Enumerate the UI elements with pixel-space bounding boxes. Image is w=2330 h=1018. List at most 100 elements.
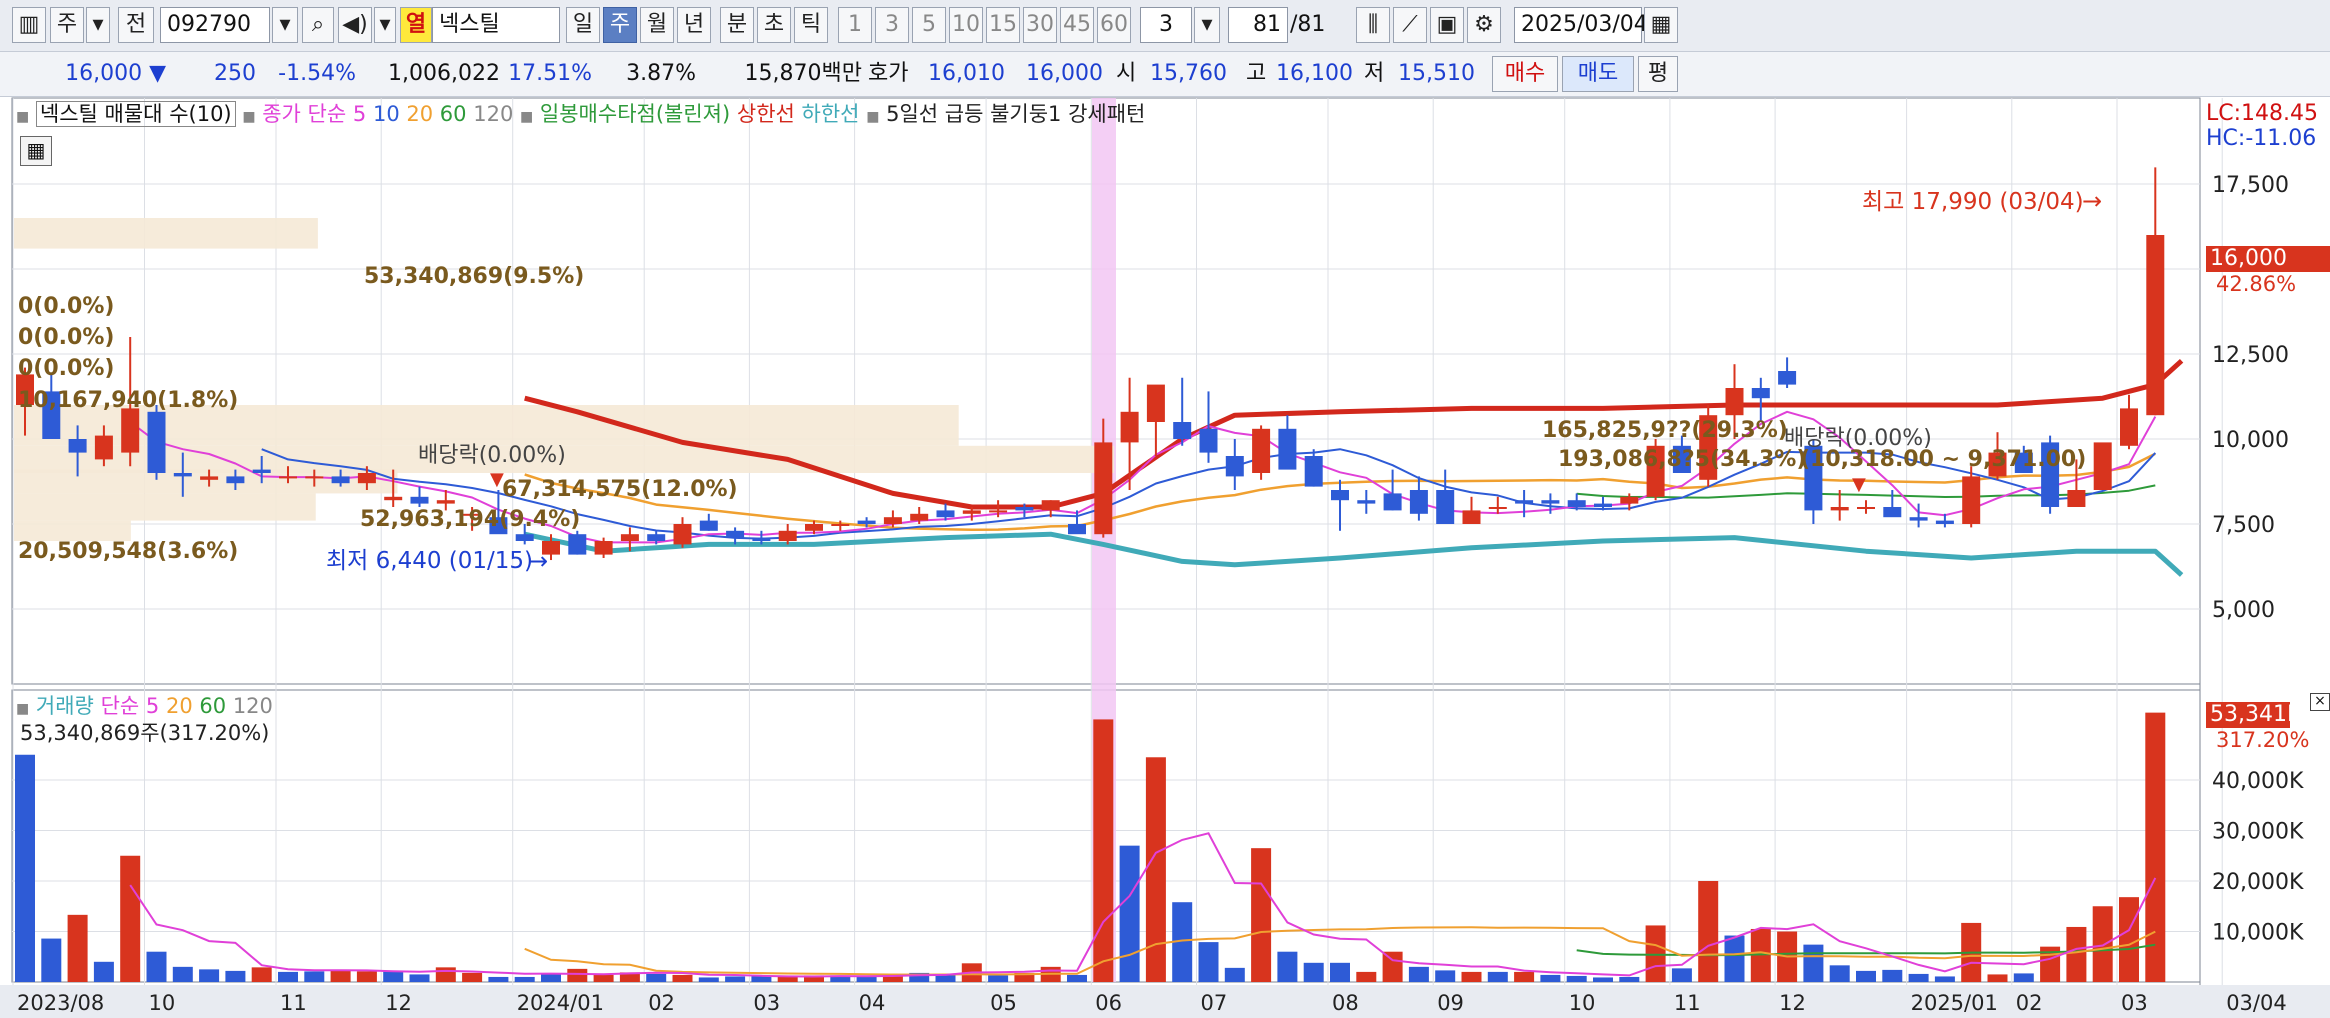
price-tick-label: 5,000 [2212, 598, 2275, 623]
candle [331, 476, 350, 484]
candle [620, 534, 639, 541]
code-input[interactable]: 092790 [160, 7, 270, 43]
speaker-dropdown-icon[interactable]: ▾ [374, 7, 396, 43]
legend-volume-profile[interactable]: 넥스틸 매물대 수(10) [35, 101, 236, 127]
period-month[interactable]: 월 [640, 7, 674, 43]
gear-icon[interactable]: ⚙ [1467, 7, 1501, 43]
legend-bullet-icon: ■ [866, 109, 880, 125]
volume-bar [1566, 975, 1587, 982]
ask-price: 16,000 [1026, 61, 1103, 86]
volume-bar [1303, 962, 1324, 982]
period-tick[interactable]: 틱 [794, 7, 828, 43]
volume-bar [2066, 926, 2087, 982]
table-icon[interactable]: ▦ [20, 136, 52, 166]
calendar-icon[interactable]: ▦ [1644, 7, 1678, 43]
flat-button[interactable]: 평 [1638, 56, 1678, 92]
candle [1725, 388, 1744, 416]
candle [1225, 456, 1244, 477]
legend-bollinger[interactable]: 일봉매수타점(볼린져) [540, 102, 730, 126]
volume-bar [1724, 935, 1745, 982]
x-tick-label: 2025/01 [1911, 991, 1998, 1015]
interval-10[interactable]: 10 [949, 7, 983, 43]
interval-45[interactable]: 45 [1060, 7, 1094, 43]
interval-5[interactable]: 5 [912, 7, 946, 43]
candle [147, 411, 166, 473]
interval-3[interactable]: 3 [875, 7, 909, 43]
vp-label: 0(0.0%) [18, 325, 115, 350]
high-label: 고 [1246, 61, 1267, 86]
interval-1[interactable]: 1 [838, 7, 872, 43]
volume-bar [225, 970, 246, 982]
sell-button[interactable]: 매도 [1562, 56, 1634, 92]
price-change: 250 [214, 61, 256, 86]
candle [1594, 503, 1612, 507]
candle [436, 500, 455, 504]
legend-volume[interactable]: 거래량 [36, 694, 94, 718]
volume-profile-band [14, 520, 131, 541]
interval-dropdown-icon[interactable]: ▾ [1194, 7, 1220, 43]
candle [1015, 507, 1034, 511]
line-tool-icon[interactable]: ⟋ [1393, 7, 1427, 43]
candle [1173, 422, 1192, 439]
vp-range-label: (10,318.00 ~ 9,371.00) [1800, 447, 2087, 472]
legend-ma-label[interactable]: 종가 단순 [262, 102, 346, 126]
code-dropdown-icon[interactable]: ▾ [272, 7, 298, 43]
layout-icon[interactable]: ▥ [12, 7, 46, 43]
speaker-icon[interactable]: ◀) [338, 7, 372, 43]
period-second[interactable]: 초 [757, 7, 791, 43]
open-price: 15,760 [1150, 61, 1227, 86]
legend-vol-ma60: 60 [199, 694, 227, 718]
interval-30[interactable]: 30 [1023, 7, 1057, 43]
candle [1383, 493, 1402, 511]
legend-ma10: 10 [372, 102, 400, 126]
volume-bar [1829, 965, 1850, 982]
candle-tool-icon[interactable]: ⫼ [1356, 7, 1390, 43]
period-week[interactable]: 주 [603, 7, 637, 43]
open-label: 시 [1116, 61, 1137, 86]
candle [1252, 428, 1271, 473]
date-input[interactable]: 2025/03/04 [1514, 7, 1648, 43]
x-tick-label: 06 [1095, 991, 1122, 1015]
market-dropdown-icon[interactable]: ▾ [86, 7, 110, 43]
volume-bar [777, 976, 798, 982]
period-day[interactable]: 일 [566, 7, 600, 43]
interval-15[interactable]: 15 [986, 7, 1020, 43]
stock-name-field[interactable]: 넥스틸 [432, 7, 560, 43]
candle [68, 439, 87, 453]
x-tick-label: 04 [859, 991, 886, 1015]
close-icon[interactable]: × [2310, 693, 2330, 711]
buy-button[interactable]: 매수 [1492, 56, 1558, 92]
legend-vol-ma120: 120 [232, 694, 273, 718]
period-minute[interactable]: 분 [720, 7, 754, 43]
x-tick-label: 03/04 [2226, 991, 2287, 1015]
volume-tick-label: 40,000K [2212, 769, 2304, 794]
legend-vol-ma5: 5 [145, 694, 160, 718]
candle [805, 524, 823, 531]
interval-60[interactable]: 60 [1097, 7, 1131, 43]
period-year[interactable]: 년 [677, 7, 711, 43]
price-tick-label: 7,500 [2212, 513, 2275, 538]
prev-button[interactable]: 전 [118, 7, 154, 43]
volume-bar [1382, 951, 1403, 982]
interval-input[interactable]: 3 [1140, 7, 1192, 43]
candle [1357, 500, 1376, 504]
candle [1541, 500, 1560, 504]
volume-bar [1645, 925, 1666, 982]
x-tick-label: 03 [2121, 991, 2148, 1015]
save-icon[interactable]: ▣ [1430, 7, 1464, 43]
candle [1857, 507, 1875, 509]
volume-bar [488, 976, 509, 982]
volume-bar [67, 914, 88, 982]
legend-pattern[interactable]: 5일선 급등 불기둥1 강세패턴 [886, 102, 1145, 126]
search-icon[interactable]: ⌕ [302, 7, 334, 43]
market-select[interactable]: 주 [50, 7, 84, 43]
count-input[interactable]: 81 [1228, 7, 1288, 43]
candle [279, 476, 297, 479]
volume-bar [435, 967, 456, 982]
candle [962, 510, 981, 514]
candle [1962, 476, 1981, 524]
x-tick-label: 02 [2016, 991, 2043, 1015]
candle [568, 534, 587, 555]
legend-bullet-icon: ■ [242, 109, 256, 125]
dividend-label-1: 배당락(0.00%) [418, 443, 566, 468]
